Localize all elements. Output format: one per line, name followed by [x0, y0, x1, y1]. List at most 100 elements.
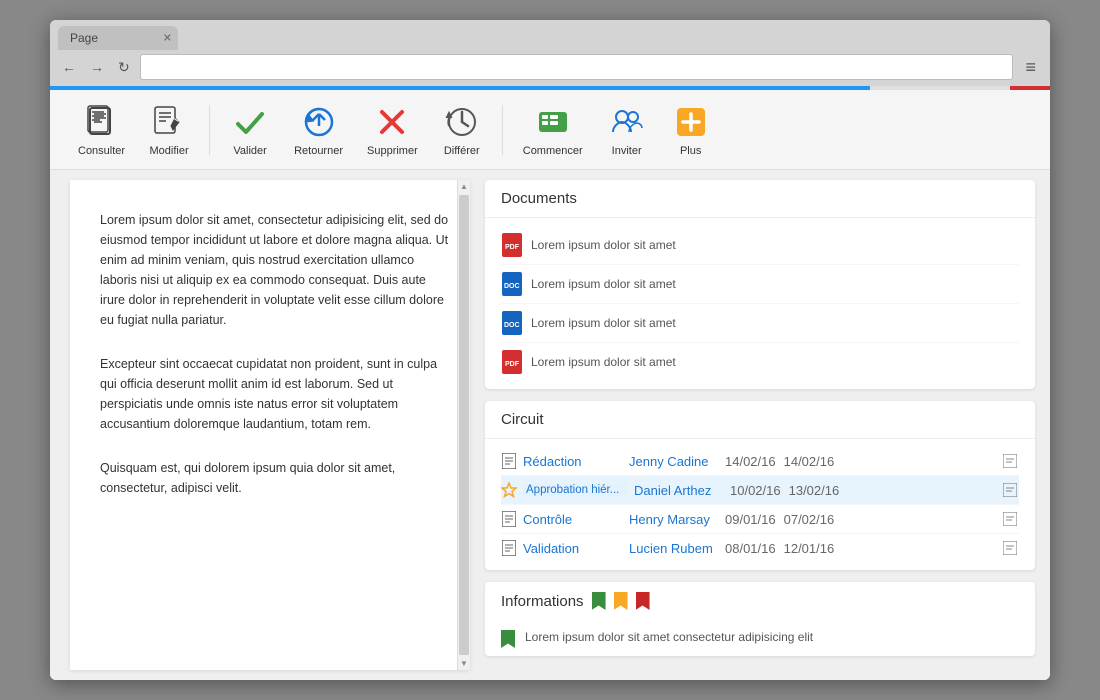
forward-button[interactable]: →	[86, 57, 108, 77]
circuit-dates: 09/01/16 07/02/16	[725, 512, 995, 527]
reload-button[interactable]: ↻	[114, 57, 134, 78]
scroll-up-arrow[interactable]: ▲	[458, 180, 470, 193]
list-item[interactable]: DOC Lorem ipsum dolor sit amet	[501, 304, 1019, 343]
circuit-date2: 14/02/16	[784, 454, 835, 469]
progress-bar-end	[1010, 86, 1050, 90]
valider-label: Valider	[233, 145, 266, 157]
bookmark-green-icon[interactable]	[592, 592, 606, 610]
circuit-person[interactable]: Henry Marsay	[629, 512, 719, 527]
differer-icon	[442, 102, 482, 142]
browser-window: Page ✕ ← → ↻ ≡	[50, 20, 1050, 680]
scrollbar-thumb[interactable]	[459, 195, 469, 655]
consulter-icon	[82, 102, 122, 142]
browser-tab[interactable]: Page ✕	[58, 26, 178, 50]
document-content: Lorem ipsum dolor sit amet, consectetur …	[70, 180, 470, 552]
circuit-person[interactable]: Daniel Arthez	[634, 483, 724, 498]
doc-icon: DOC	[501, 310, 523, 336]
toolbar-consulter[interactable]: Consulter	[70, 98, 133, 161]
doc-paragraph-1: Lorem ipsum dolor sit amet, consectetur …	[100, 210, 450, 330]
doc-icon: DOC	[501, 271, 523, 297]
circuit-body: Rédaction Jenny Cadine 14/02/16 14/02/16	[485, 439, 1035, 570]
scrollbar[interactable]: ▲ ▼	[457, 180, 470, 670]
commencer-icon	[533, 102, 573, 142]
doc-file-name: Lorem ipsum dolor sit amet	[531, 238, 676, 252]
circuit-header: Circuit	[485, 401, 1035, 439]
pdf-icon: PDF	[501, 232, 523, 258]
documents-title: Documents	[501, 190, 577, 207]
documents-header: Documents	[485, 180, 1035, 218]
info-bookmark-icon	[501, 630, 515, 648]
informations-title: Informations	[501, 593, 584, 610]
doc-file-name: Lorem ipsum dolor sit amet	[531, 316, 676, 330]
differer-label: Différer	[444, 145, 480, 157]
doc-file-name: Lorem ipsum dolor sit amet	[531, 355, 676, 369]
modifier-icon	[149, 102, 189, 142]
consulter-label: Consulter	[78, 145, 125, 157]
list-item[interactable]: PDF Lorem ipsum dolor sit amet	[501, 343, 1019, 381]
circuit-person[interactable]: Lucien Rubem	[629, 541, 719, 556]
circuit-row: Contrôle Henry Marsay 09/01/16 07/02/16	[501, 505, 1019, 534]
progress-bar-fill	[50, 86, 870, 90]
commencer-label: Commencer	[523, 145, 583, 157]
inviter-icon	[607, 102, 647, 142]
circuit-step-name-highlight[interactable]: Approbation hiér...	[523, 483, 628, 497]
circuit-edit-icon[interactable]	[1001, 510, 1019, 528]
toolbar-commencer[interactable]: Commencer	[515, 98, 591, 161]
toolbar-divider-1	[209, 105, 210, 155]
list-item[interactable]: DOC Lorem ipsum dolor sit amet	[501, 265, 1019, 304]
modifier-label: Modifier	[150, 145, 189, 157]
circuit-date2: 07/02/16	[784, 512, 835, 527]
toolbar-retourner[interactable]: Retourner	[286, 98, 351, 161]
tab-close-button[interactable]: ✕	[163, 32, 172, 45]
doc-paragraph-3: Quisquam est, qui dolorem ipsum quia dol…	[100, 458, 450, 498]
toolbar-plus[interactable]: Plus	[663, 98, 719, 161]
informations-header: Informations	[485, 582, 1035, 620]
circuit-row: Rédaction Jenny Cadine 14/02/16 14/02/16	[501, 447, 1019, 476]
circuit-date1: 09/01/16	[725, 512, 776, 527]
circuit-edit-icon[interactable]	[1001, 452, 1019, 470]
svg-text:DOC: DOC	[504, 322, 520, 329]
bookmark-red-icon[interactable]	[636, 592, 650, 610]
circuit-step-name[interactable]: Validation	[523, 541, 623, 556]
retourner-icon	[299, 102, 339, 142]
toolbar-divider-2	[502, 105, 503, 155]
svg-text:DOC: DOC	[504, 283, 520, 290]
list-item[interactable]: PDF Lorem ipsum dolor sit amet	[501, 226, 1019, 265]
browser-menu-button[interactable]: ≡	[1019, 55, 1042, 80]
circuit-step-name[interactable]: Contrôle	[523, 512, 623, 527]
address-bar-row: ← → ↻ ≡	[58, 50, 1042, 86]
circuit-step-icon-star	[501, 482, 517, 498]
doc-file-name: Lorem ipsum dolor sit amet	[531, 277, 676, 291]
circuit-step-name[interactable]: Rédaction	[523, 454, 623, 469]
scroll-down-arrow[interactable]: ▼	[458, 657, 470, 670]
documents-list: PDF Lorem ipsum dolor sit amet DOC Lorem…	[485, 218, 1035, 389]
circuit-person[interactable]: Jenny Cadine	[629, 454, 719, 469]
toolbar: Consulter Modifier	[50, 90, 1050, 170]
toolbar-differer[interactable]: Différer	[434, 98, 490, 161]
bookmark-yellow-icon[interactable]	[614, 592, 628, 610]
browser-chrome: Page ✕ ← → ↻ ≡	[50, 20, 1050, 86]
supprimer-icon	[372, 102, 412, 142]
toolbar-supprimer[interactable]: Supprimer	[359, 98, 426, 161]
toolbar-modifier[interactable]: Modifier	[141, 98, 197, 161]
circuit-date1: 10/02/16	[730, 483, 781, 498]
circuit-edit-icon[interactable]	[1001, 481, 1019, 499]
app-content: Consulter Modifier	[50, 90, 1050, 680]
informations-section: Informations Lorem ipsum dolor sit amet …	[485, 582, 1035, 656]
circuit-row: Validation Lucien Rubem 08/01/16 12/01/1…	[501, 534, 1019, 562]
circuit-date1: 08/01/16	[725, 541, 776, 556]
retourner-label: Retourner	[294, 145, 343, 157]
circuit-edit-icon[interactable]	[1001, 539, 1019, 557]
circuit-step-icon-doc	[501, 453, 517, 469]
back-button[interactable]: ←	[58, 57, 80, 77]
tab-label: Page	[70, 31, 98, 45]
svg-text:PDF: PDF	[505, 361, 520, 368]
toolbar-valider[interactable]: Valider	[222, 98, 278, 161]
circuit-date2: 13/02/16	[789, 483, 840, 498]
circuit-dates: 08/01/16 12/01/16	[725, 541, 995, 556]
toolbar-inviter[interactable]: Inviter	[599, 98, 655, 161]
pdf-icon: PDF	[501, 349, 523, 375]
document-panel: ▲ ▼ Lorem ipsum dolor sit amet, consecte…	[70, 180, 470, 670]
info-item: Lorem ipsum dolor sit amet consectetur a…	[485, 620, 1035, 656]
address-input[interactable]	[140, 54, 1014, 80]
